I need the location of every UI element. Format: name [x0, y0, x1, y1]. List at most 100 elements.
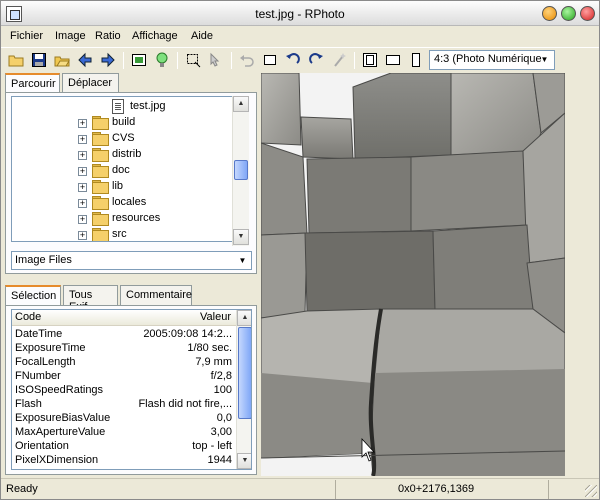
expand-icon[interactable]: + [78, 231, 87, 240]
image-viewer[interactable] [261, 73, 565, 476]
file-icon [112, 99, 124, 114]
folder-icon [92, 212, 109, 226]
tree-item-label: doc [112, 164, 130, 176]
tree-item-folder[interactable]: + build [12, 115, 232, 131]
crop-select-icon[interactable] [185, 52, 201, 68]
selection-coords: 0x0+2176,1369 [398, 483, 475, 495]
title-bar[interactable]: test.jpg - RPhoto [1, 1, 599, 26]
resize-grip-icon[interactable] [585, 485, 597, 497]
table-row[interactable]: FNumber f/2,8 [12, 370, 236, 384]
table-row[interactable]: Orientation top - left [12, 440, 236, 454]
menu-fichier[interactable]: Fichier [10, 30, 43, 42]
tree-item-label: lib [112, 180, 124, 192]
exif-scrollbar[interactable]: ▲ ▼ [236, 310, 251, 469]
undo-icon[interactable] [239, 52, 255, 68]
landscape-icon[interactable] [385, 52, 401, 68]
tab-selection[interactable]: Sélection [5, 285, 61, 306]
open-folder-icon[interactable] [8, 52, 24, 68]
rotate-right-icon[interactable] [308, 52, 324, 68]
tab-commentaire[interactable]: Commentaire [120, 285, 192, 305]
table-row[interactable]: MaxApertureValue 3,00 [12, 426, 236, 440]
status-bar: Ready 0x0+2176,1369 [1, 478, 599, 499]
exif-value: 3,00 [210, 426, 232, 438]
scroll-thumb[interactable] [238, 327, 251, 419]
expand-icon[interactable]: + [78, 183, 87, 192]
exif-value: f/2,8 [210, 370, 232, 382]
scroll-thumb[interactable] [234, 160, 248, 180]
table-row[interactable]: FocalLength 7,9 mm [12, 356, 236, 370]
forward-arrow-icon[interactable] [100, 52, 116, 68]
tree-scrollbar[interactable]: ▲ ▼ [232, 96, 249, 246]
expand-icon[interactable]: + [78, 151, 87, 160]
tree-item-folder[interactable]: + lib [12, 179, 232, 195]
chevron-down-icon[interactable]: ▼ [537, 52, 552, 68]
chevron-down-icon[interactable]: ▼ [235, 253, 250, 268]
ratio-dropdown[interactable]: 4:3 (Photo Numérique ▼ [429, 50, 555, 70]
menu-ratio[interactable]: Ratio [95, 30, 121, 42]
cursor-select-icon[interactable] [208, 52, 224, 68]
column-header-value[interactable]: Valeur [200, 311, 231, 323]
open-icon[interactable] [54, 52, 70, 68]
toolbar: 4:3 (Photo Numérique ▼ [1, 47, 599, 72]
tree-item-folder[interactable]: + doc [12, 163, 232, 179]
toolbar-separator [354, 52, 355, 69]
scroll-down-icon[interactable]: ▼ [237, 453, 251, 469]
expand-icon[interactable]: + [78, 167, 87, 176]
scroll-up-icon[interactable]: ▲ [237, 310, 251, 326]
tree-item-folder[interactable]: + CVS [12, 131, 232, 147]
browser-tabs: Parcourir Déplacer [5, 73, 257, 94]
exif-value: 1944 [207, 454, 232, 466]
menu-aide[interactable]: Aide [191, 30, 213, 42]
tab-deplacer[interactable]: Déplacer [62, 73, 119, 93]
exif-value: 100 [213, 384, 232, 396]
table-row[interactable]: PixelXDimension 1944 [12, 454, 236, 468]
exif-table[interactable]: Code Valeur DateTime 2005:09:08 14:2... E… [11, 309, 252, 470]
table-row[interactable]: DateTime 2005:09:08 14:2... [12, 328, 236, 342]
menu-image[interactable]: Image [55, 30, 86, 42]
table-row[interactable]: ExposureBiasValue 0,0 [12, 412, 236, 426]
folder-icon [92, 196, 109, 210]
maximize-button[interactable] [561, 6, 576, 21]
menu-affichage[interactable]: Affichage [132, 30, 178, 42]
photo-stone-wall [261, 73, 565, 476]
folder-tree[interactable]: test.jpg + build + CVS + distrib + doc +… [11, 96, 233, 242]
scroll-down-icon[interactable]: ▼ [233, 229, 249, 245]
tree-item-folder[interactable]: + resources [12, 211, 232, 227]
exif-value: Flash did not fire,... [138, 398, 232, 410]
rotate-left-icon[interactable] [285, 52, 301, 68]
expand-icon[interactable]: + [78, 215, 87, 224]
tree-item-folder[interactable]: + distrib [12, 147, 232, 163]
tab-parcourir[interactable]: Parcourir [5, 73, 60, 94]
file-filter-dropdown[interactable]: Image Files ▼ [11, 251, 252, 270]
folder-icon [92, 180, 109, 194]
exif-code: ExposureTime [15, 342, 86, 354]
expand-icon[interactable]: + [78, 135, 87, 144]
column-header-code[interactable]: Code [15, 311, 41, 323]
scroll-up-icon[interactable]: ▲ [233, 96, 249, 112]
tree-item-folder[interactable]: + src [12, 227, 232, 241]
tree-item-folder[interactable]: + locales [12, 195, 232, 211]
expand-icon[interactable]: + [78, 119, 87, 128]
expand-icon[interactable]: + [78, 199, 87, 208]
close-button[interactable] [580, 6, 595, 21]
fit-view-icon[interactable] [131, 52, 147, 68]
save-icon[interactable] [31, 52, 47, 68]
exif-value: 0,0 [216, 412, 232, 424]
table-row[interactable]: ISOSpeedRatings 100 [12, 384, 236, 398]
minimize-button[interactable] [542, 6, 557, 21]
exif-code: ExposureBiasValue [15, 412, 111, 424]
tree-item-file[interactable]: test.jpg [12, 99, 232, 115]
exif-code: ISOSpeedRatings [15, 384, 104, 396]
exif-table-header: Code Valeur [12, 310, 236, 326]
magic-wand-icon[interactable] [331, 52, 347, 68]
rect-icon[interactable] [262, 52, 278, 68]
tree-item-label: test.jpg [130, 100, 166, 112]
portrait-frame-icon[interactable] [362, 52, 378, 68]
exif-value: 7,9 mm [195, 356, 232, 368]
table-row[interactable]: ExposureTime 1/80 sec. [12, 342, 236, 356]
table-row[interactable]: Flash Flash did not fire,... [12, 398, 236, 412]
portrait-icon[interactable] [408, 52, 424, 68]
tab-tous-exif[interactable]: Tous Exif [63, 285, 118, 313]
bulb-icon[interactable] [154, 52, 170, 68]
back-arrow-icon[interactable] [77, 52, 93, 68]
